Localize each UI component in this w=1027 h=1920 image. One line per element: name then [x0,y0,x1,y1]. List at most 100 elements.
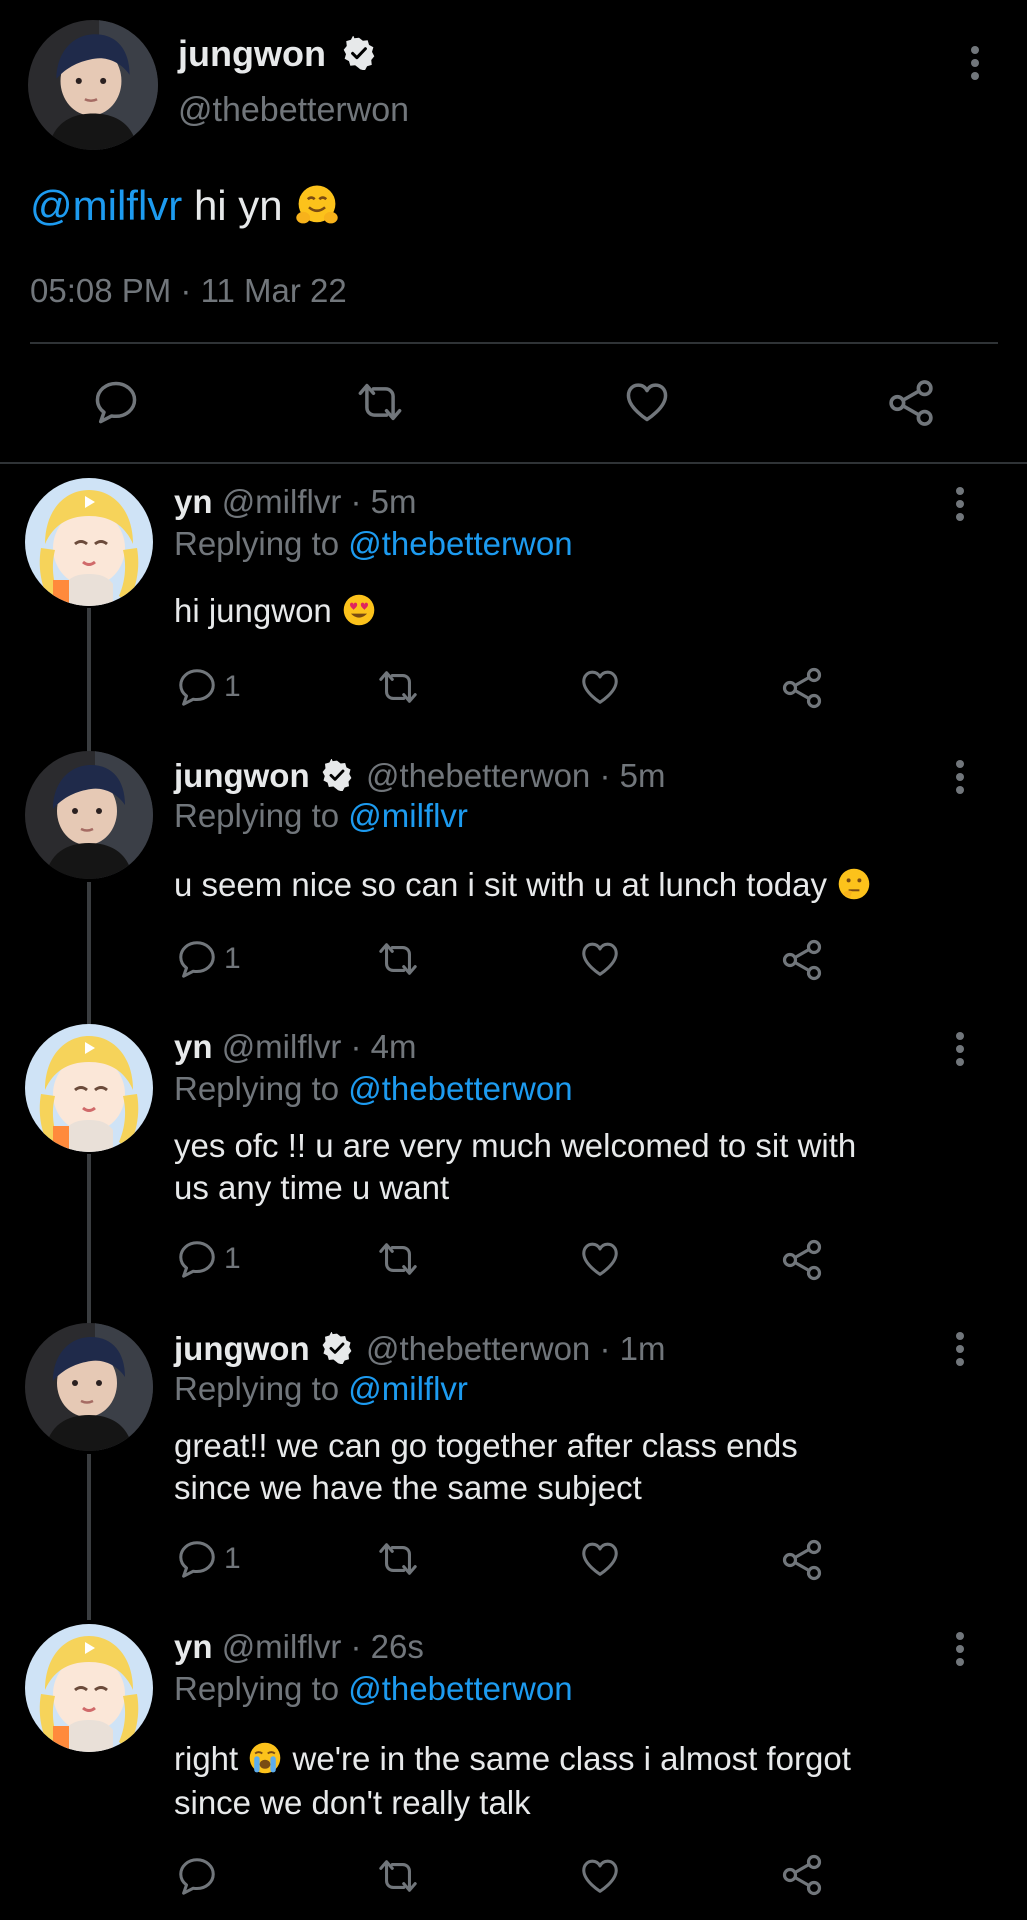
reply-avatar[interactable] [25,1024,153,1152]
verified-badge-icon [321,1332,353,1364]
replying-to-link[interactable]: @milflvr [348,1370,468,1407]
reply-count: 1 [224,1242,241,1275]
retweet-icon [374,1855,422,1897]
reply-count: 1 [224,670,241,703]
reply-button[interactable]: 1 [176,666,241,708]
reply-button[interactable]: 1 [176,1238,241,1280]
author-name[interactable]: yn [174,1628,213,1665]
author-meta: @milflvr · 4m [221,1028,417,1065]
reply-text: hi jungwon [174,590,377,632]
replying-to-link[interactable]: @thebetterwon [348,1670,572,1707]
share-button[interactable] [780,1538,824,1582]
more-vertical-icon[interactable] [954,1332,966,1371]
heart-icon [622,378,672,426]
reply-icon [92,378,140,426]
retweet-button[interactable] [374,1855,422,1897]
author-meta: @thebetterwon · 5m [365,757,666,794]
reply-avatar[interactable] [25,1624,153,1752]
thinking-face-emoji [836,866,872,902]
author-handle[interactable]: @thebetterwon [178,88,409,132]
heart-icon [578,1855,622,1897]
reply-count: 1 [224,1542,241,1575]
reply-text: right we're in the same class i almost f… [174,1740,851,1821]
main-tweet-avatar[interactable] [28,20,158,150]
reply-avatar[interactable] [25,751,153,879]
tweet-text: @milflvr hi yn [30,180,340,232]
reply-button[interactable]: 1 [176,938,241,980]
author-name[interactable]: yn [174,1028,213,1065]
author-name[interactable]: jungwon [174,757,310,794]
share-button[interactable] [780,666,824,710]
reply-icon [176,1238,218,1280]
share-icon [780,666,824,710]
reply-text: yes ofc !! u are very much welcomed to s… [174,1127,857,1206]
reply-icon [176,1538,218,1580]
more-vertical-icon[interactable] [954,487,966,526]
like-button[interactable] [578,1855,622,1897]
retweet-icon [374,666,422,708]
hugging-face-emoji [294,182,340,228]
like-button[interactable] [578,1538,622,1580]
reply-icon [176,938,218,980]
replying-to-link[interactable]: @thebetterwon [348,1070,572,1107]
heart-icon [578,666,622,708]
share-button[interactable] [780,1238,824,1282]
heart-icon [578,938,622,980]
retweet-icon [374,938,422,980]
retweet-icon [374,1538,422,1580]
like-button[interactable] [622,378,672,426]
replying-to-link[interactable]: @milflvr [348,797,468,834]
author-name[interactable]: jungwon [174,1330,310,1367]
reply-icon [176,666,218,708]
retweet-button[interactable] [374,1238,422,1280]
verified-badge-icon [342,36,376,70]
share-icon [780,1238,824,1282]
reply-avatar[interactable] [25,1323,153,1451]
more-vertical-icon[interactable] [954,1032,966,1071]
verified-badge-icon [321,759,353,791]
reply-button[interactable]: 1 [176,1538,241,1580]
tweet-timestamp: 05:08 PM · 11 Mar 22 [30,272,347,309]
reply-icon [176,1855,218,1897]
heart-eyes-emoji [341,592,377,628]
mention-link[interactable]: @milflvr [30,182,182,229]
more-vertical-icon[interactable] [954,760,966,799]
reply-avatar[interactable] [25,478,153,606]
thread-line [87,1154,91,1324]
heart-icon [578,1238,622,1280]
share-icon [886,378,936,428]
retweet-button[interactable] [374,666,422,708]
like-button[interactable] [578,1238,622,1280]
share-icon [780,1538,824,1582]
author-meta: @milflvr · 26s [221,1628,424,1665]
loudly-crying-emoji [247,1740,283,1776]
share-button[interactable] [780,938,824,982]
replying-to-link[interactable]: @thebetterwon [348,525,572,562]
retweet-icon [374,1238,422,1280]
share-icon [780,938,824,982]
share-button[interactable] [886,378,936,428]
reply-count: 1 [224,942,241,975]
author-meta: @thebetterwon · 1m [365,1330,666,1367]
reply-text: great!! we can go together after class e… [174,1427,798,1506]
share-icon [780,1853,824,1897]
divider [0,462,1027,464]
retweet-button[interactable] [374,938,422,980]
thread-line [87,1454,91,1620]
author-name[interactable]: jungwon [178,33,326,74]
retweet-button[interactable] [374,1538,422,1580]
more-vertical-icon[interactable] [969,46,981,85]
reply-button[interactable] [92,378,140,426]
share-button[interactable] [780,1853,824,1897]
more-vertical-icon[interactable] [954,1632,966,1671]
like-button[interactable] [578,666,622,708]
author-name[interactable]: yn [174,483,213,520]
thread-line [87,608,91,754]
retweet-button[interactable] [352,378,408,426]
author-meta: @milflvr · 5m [221,483,417,520]
reply-button[interactable] [176,1855,218,1897]
heart-icon [578,1538,622,1580]
thread-line [87,882,91,1024]
like-button[interactable] [578,938,622,980]
reply-text: u seem nice so can i sit with u at lunch… [174,864,872,906]
